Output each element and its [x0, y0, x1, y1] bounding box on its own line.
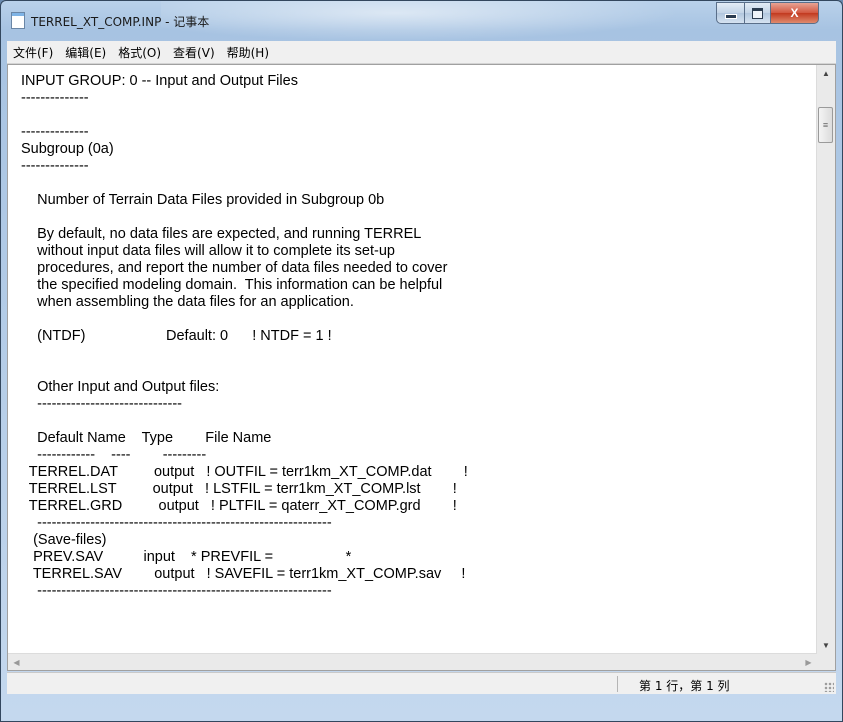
maximize-icon	[752, 7, 763, 19]
minimize-button[interactable]	[716, 2, 745, 24]
horizontal-scrollbar[interactable]: ◀ ▶	[8, 653, 817, 670]
scroll-left-icon[interactable]: ◀	[8, 654, 25, 670]
text-line: INPUT GROUP: 0 -- Input and Output Files	[21, 73, 298, 89]
menu-file[interactable]: 文件(F)	[7, 44, 59, 61]
text-line: TERREL.DAT output ! OUTFIL = terr1km_XT_…	[21, 464, 468, 480]
scrollbar-corner	[817, 654, 835, 670]
vertical-scrollbar[interactable]: ▲ ≡ ▼	[816, 65, 835, 654]
thumb-grip-icon: ≡	[822, 120, 829, 130]
minimize-icon	[724, 13, 737, 19]
text-line: Other Input and Output files:	[21, 379, 220, 395]
text-line: --------------	[21, 90, 89, 106]
text-line	[21, 345, 813, 362]
maximize-button[interactable]	[744, 2, 771, 24]
cursor-position: 第 1 行，第 1 列	[639, 679, 730, 693]
text-editor[interactable]: INPUT GROUP: 0 -- Input and Output Files…	[7, 64, 836, 671]
scroll-down-icon[interactable]: ▼	[817, 637, 835, 654]
close-button[interactable]: X	[770, 2, 819, 24]
text-line: TERREL.LST output ! LSTFIL = terr1km_XT_…	[21, 481, 457, 497]
text-line: procedures, and report the number of dat…	[21, 260, 448, 276]
menu-bar: 文件(F) 编辑(E) 格式(O) 查看(V) 帮助(H)	[7, 41, 836, 64]
text-line: ------------------------------	[21, 396, 182, 412]
text-line: (Save-files)	[21, 532, 107, 548]
text-line: (NTDF) Default: 0 ! NTDF = 1 !	[21, 328, 332, 344]
text-line: the specified modeling domain. This info…	[21, 277, 443, 293]
text-line: TERREL.GRD output ! PLTFIL = qaterr_XT_C…	[21, 498, 457, 514]
vertical-scroll-thumb[interactable]: ≡	[818, 107, 833, 143]
resize-grip-icon[interactable]	[824, 682, 834, 692]
text-line	[21, 107, 813, 124]
notepad-window: TERREL_XT_COMP.INP - 记事本 X 文件(F) 编辑(E) 格…	[0, 0, 843, 722]
text-line: ------------ ---- ---------	[21, 447, 207, 463]
text-line	[21, 311, 813, 328]
text-line	[21, 362, 813, 379]
text-line: without input data files will allow it t…	[21, 243, 395, 259]
text-line: Number of Terrain Data Files provided in…	[21, 192, 385, 208]
text-content[interactable]: INPUT GROUP: 0 -- Input and Output Files…	[8, 65, 813, 670]
status-bar: 第 1 行，第 1 列	[7, 672, 836, 694]
menu-edit[interactable]: 编辑(E)	[59, 44, 112, 61]
text-line: TERREL.SAV output ! SAVEFIL = terr1km_XT…	[21, 566, 466, 582]
menu-view[interactable]: 查看(V)	[167, 44, 221, 61]
title-bar[interactable]: TERREL_XT_COMP.INP - 记事本 X	[1, 1, 842, 41]
scroll-up-icon[interactable]: ▲	[817, 65, 835, 82]
close-icon: X	[790, 6, 799, 20]
text-line: PREV.SAV input * PREVFIL = *	[21, 549, 352, 565]
text-line: ----------------------------------------…	[21, 515, 332, 531]
menu-format[interactable]: 格式(O)	[112, 44, 167, 61]
status-divider	[617, 676, 618, 692]
text-line	[21, 413, 813, 430]
text-line: --------------	[21, 124, 89, 140]
menu-help[interactable]: 帮助(H)	[221, 44, 275, 61]
text-line: ----------------------------------------…	[21, 583, 332, 599]
title-bar-glow	[161, 1, 681, 41]
text-line: By default, no data files are expected, …	[21, 226, 422, 242]
text-line	[21, 175, 813, 192]
text-line: Default Name Type File Name	[21, 430, 272, 446]
text-line: when assembling the data files for an ap…	[21, 294, 354, 310]
notepad-app-icon[interactable]	[11, 12, 25, 29]
text-line: Subgroup (0a)	[21, 141, 114, 157]
scroll-right-icon[interactable]: ▶	[800, 654, 817, 670]
window-title: TERREL_XT_COMP.INP - 记事本	[31, 15, 210, 29]
text-line: --------------	[21, 158, 89, 174]
text-line	[21, 209, 813, 226]
